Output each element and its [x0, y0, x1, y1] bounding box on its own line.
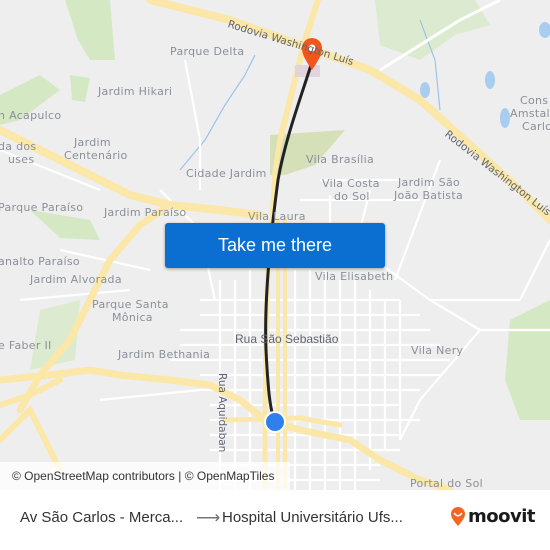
place-label: uses [8, 153, 35, 166]
take-me-there-button[interactable]: Take me there [165, 223, 385, 268]
place-label: Vila Costa [322, 177, 380, 190]
place-label: analto Paraíso [0, 255, 80, 268]
place-label: Vila Brasília [306, 153, 374, 166]
park-area [70, 75, 90, 102]
place-label: Jardim [74, 136, 111, 149]
place-label: Jardim Alvorada [30, 273, 122, 286]
place-label: Parque Delta [170, 45, 245, 58]
place-label: Portal do Sol [410, 477, 483, 490]
place-label: Jardim Hikari [98, 85, 173, 98]
lake [420, 82, 430, 98]
place-label: Parque Santa [92, 298, 169, 311]
place-label: Mônica [112, 311, 153, 324]
park-area [375, 0, 490, 60]
place-label: Parque Paraíso [0, 201, 84, 214]
place-label: Centenário [64, 149, 128, 162]
footer: Av São Carlos - Merca... ⟶ Hospital Univ… [0, 490, 550, 550]
place-label: Cidade Jardim [186, 167, 267, 180]
stream [179, 54, 256, 171]
place-label: Vila Laura [248, 210, 306, 223]
arrow-right-icon: ⟶ [196, 508, 221, 527]
place-label: da dos [0, 140, 37, 153]
place-label: n Acapulco [0, 109, 62, 122]
destination-name: Hospital Universitário Ufs... [222, 509, 403, 526]
park-area [505, 300, 550, 420]
map-attribution[interactable]: © OpenStreetMap contributors | © OpenMap… [0, 462, 290, 490]
place-label: Jardim Paraíso [104, 206, 187, 219]
place-label: Carlo [522, 120, 550, 133]
lake [539, 22, 550, 38]
moovit-pin-icon [451, 506, 465, 526]
place-label: João Batista [394, 189, 463, 202]
place-label: Cons [520, 94, 549, 107]
origin-stop-name: Av São Carlos - Merca... [20, 509, 184, 526]
place-label: Amstal [510, 107, 550, 120]
place-label: e Faber II [0, 339, 52, 352]
origin-marker[interactable] [264, 411, 286, 433]
park-area [65, 0, 115, 60]
street-label: Rua São Sebastião [235, 332, 339, 346]
moovit-wordmark: moovit [468, 506, 536, 527]
place-label: Vila Elisabeth [315, 270, 394, 283]
map[interactable]: Rodovia Washington Luís Rodovia Washingt… [0, 0, 550, 490]
place-label: Jardim Bethania [118, 348, 211, 361]
moovit-logo[interactable]: moovit [450, 506, 536, 527]
park-area [30, 210, 100, 240]
place-label: do Sol [334, 190, 370, 203]
lake [500, 108, 510, 128]
road-label-rua-aquidaban: Rua Aquidaban [216, 373, 228, 453]
lake [485, 71, 495, 89]
attribution-text: © OpenStreetMap contributors | © OpenMap… [12, 469, 275, 483]
place-label: Vila Nery [411, 344, 464, 357]
place-label: Jardim São [398, 176, 461, 189]
